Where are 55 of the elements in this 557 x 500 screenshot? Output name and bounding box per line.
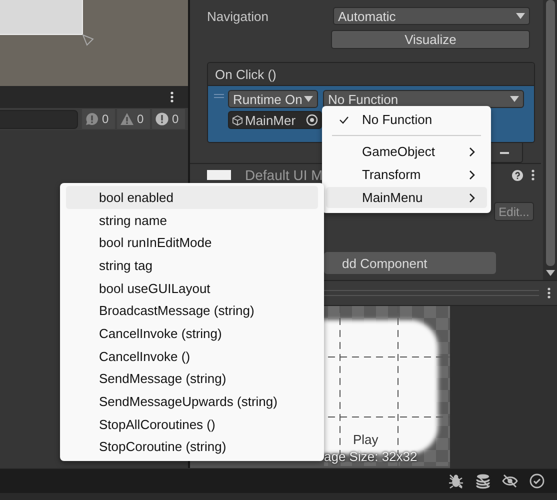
cube-icon: [232, 114, 243, 126]
chevron-right-icon: [469, 146, 475, 156]
more-icon[interactable]: [547, 287, 551, 299]
log-count-toggle[interactable]: 0: [82, 109, 115, 129]
error-icon: [155, 112, 169, 126]
visualize-button[interactable]: Visualize: [331, 30, 530, 48]
log-count-toggle[interactable]: 0: [117, 109, 150, 129]
search-field[interactable]: [0, 110, 78, 128]
navigation-dropdown[interactable]: Automatic: [333, 7, 530, 25]
caret-icon: [304, 96, 313, 102]
function-dropdown[interactable]: No Function: [323, 90, 524, 108]
menu-item[interactable]: Transform: [326, 164, 487, 185]
more-icon[interactable]: [170, 91, 174, 103]
caret-icon: [516, 13, 525, 19]
menu-item[interactable]: string tag: [66, 254, 318, 277]
menu-item[interactable]: CancelInvoke (string): [66, 322, 318, 345]
check-circle-icon[interactable]: [529, 473, 545, 489]
drag-handle-icon[interactable]: [214, 94, 224, 99]
scrollbar-thumb[interactable]: [546, 0, 554, 266]
chevron-right-icon: [469, 170, 475, 180]
menu-item[interactable]: SendMessage (string): [66, 368, 318, 390]
eye-off-icon[interactable]: [502, 473, 518, 489]
material-swatch: [207, 170, 231, 180]
menu-item[interactable]: bool runInEditMode: [66, 231, 318, 254]
scroll-down-icon[interactable]: [546, 270, 554, 276]
menu-item[interactable]: StopAllCoroutines (): [66, 412, 318, 436]
target-picker-icon[interactable]: [306, 114, 318, 126]
preview-title: Play: [353, 432, 378, 447]
image-size-label: age Size: 32x32: [324, 449, 418, 464]
menu-item[interactable]: StopCoroutine (string): [66, 436, 318, 458]
menu-item[interactable]: MainMenu: [326, 187, 487, 208]
menu-item[interactable]: bool enabled: [66, 186, 318, 209]
info-icon: [85, 112, 99, 126]
object-field[interactable]: MainMer: [228, 111, 322, 129]
runtime-dropdown[interactable]: Runtime On: [228, 90, 318, 108]
menu-item[interactable]: bool useGUILayout: [66, 276, 318, 300]
panel-title: On Click (): [215, 66, 276, 82]
menu-item[interactable]: CancelInvoke (): [66, 344, 318, 368]
warning-icon: [120, 112, 134, 126]
menu-item[interactable]: string name: [66, 208, 318, 232]
help-icon[interactable]: [512, 170, 523, 180]
field-label: Navigation: [207, 8, 270, 24]
menu-item[interactable]: GameObject: [326, 141, 487, 162]
triangle-icon: [82, 34, 94, 46]
menu-item[interactable]: SendMessageUpwards (string): [66, 390, 318, 413]
menu-item[interactable]: BroadcastMessage (string): [66, 299, 318, 322]
log-count-toggle[interactable]: 0: [152, 109, 185, 129]
database-off-icon[interactable]: [475, 473, 491, 489]
caret-icon: [510, 96, 519, 102]
bug-off-icon[interactable]: [448, 473, 464, 489]
chevron-right-icon: [469, 192, 475, 202]
minus-icon: [500, 152, 508, 154]
more-icon[interactable]: [531, 169, 535, 181]
add-component-button[interactable]: dd Component: [324, 252, 496, 274]
material-name: Default UI M: [245, 167, 323, 183]
